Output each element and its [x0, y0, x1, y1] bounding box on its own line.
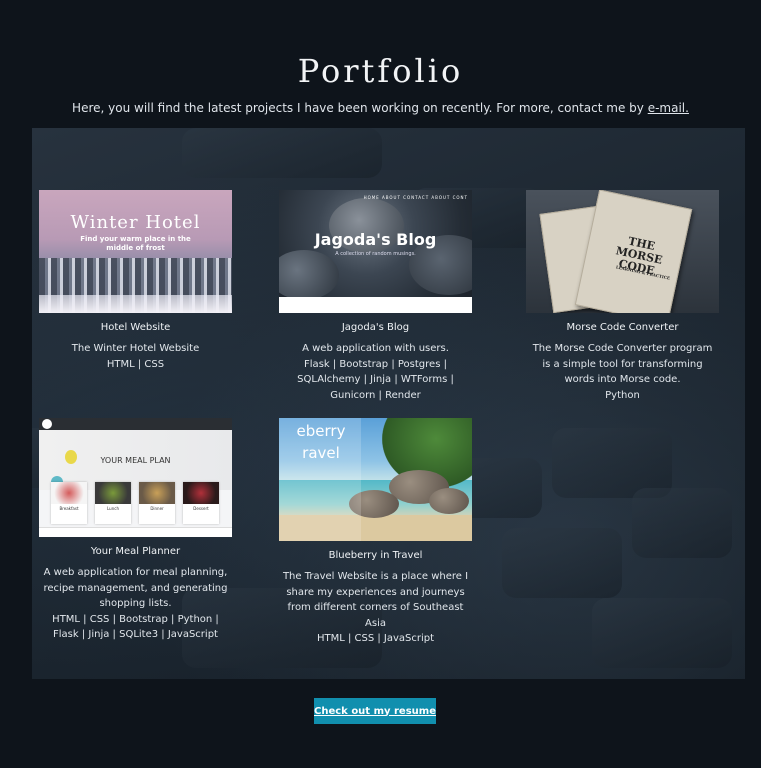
background-key [592, 598, 732, 668]
dish-label: Lunch [107, 506, 119, 511]
project-thumbnail[interactable]: Winter Hotel Find your warm place in the… [39, 190, 232, 313]
project-tech: HTML | CSS | Bootstrap | Python | Flask … [52, 613, 219, 641]
project-card-morse[interactable]: THE MORSE CODE LEARNING & PRACTICE Morse… [526, 190, 719, 403]
project-title: Morse Code Converter [566, 322, 679, 333]
project-card-travel[interactable]: eberry ravel Blueberry in Travel The Tra… [279, 418, 472, 647]
background-key [502, 528, 622, 598]
dish-image [95, 482, 131, 504]
page-subtitle: Here, you will find the latest projects … [0, 101, 761, 115]
dish-label: Breakfast [59, 506, 79, 511]
thumb-navbar [39, 418, 232, 430]
project-thumbnail[interactable]: eberry ravel [279, 418, 472, 541]
dish-card: Breakfast [51, 482, 87, 524]
rock-image [429, 488, 469, 514]
page-title: Portfolio [297, 52, 464, 90]
dish-image [139, 482, 175, 504]
project-card-hotel[interactable]: Winter Hotel Find your warm place in the… [39, 190, 232, 372]
project-thumbnail[interactable]: HOME ABOUT CONTACT ABOUT CONT Jagoda's B… [279, 190, 472, 313]
background-key [632, 488, 732, 558]
thumb-title: YOUR MEAL PLAN [100, 456, 171, 465]
subtitle-text: Here, you will find the latest projects … [72, 101, 648, 115]
thumb-nav: HOME ABOUT CONTACT ABOUT CONT [363, 195, 468, 200]
project-description: A web application with users. [302, 343, 449, 354]
project-title: Jagoda's Blog [341, 322, 410, 333]
thumb-title: Winter Hotel [70, 212, 201, 233]
project-title: Your Meal Planner [90, 546, 181, 557]
thumb-white-bar [279, 297, 472, 313]
project-thumbnail[interactable]: THE MORSE CODE LEARNING & PRACTICE [526, 190, 719, 313]
project-card-blog[interactable]: HOME ABOUT CONTACT ABOUT CONT Jagoda's B… [279, 190, 472, 403]
dish-image [51, 482, 87, 504]
dish-label: Dinner [150, 506, 164, 511]
project-card-meal[interactable]: YOUR MEAL PLAN Breakfast Lunch Dinner De… [39, 418, 232, 643]
project-tech: HTML | CSS | JavaScript [316, 633, 435, 644]
project-tech: Python [605, 389, 640, 401]
dish-card: Dessert [183, 482, 219, 524]
project-title: Hotel Website [100, 322, 171, 333]
dish-image [183, 482, 219, 504]
thumb-subtitle: A collection of random musings. [335, 251, 416, 257]
dish-card: Lunch [95, 482, 131, 524]
thumb-title: Jagoda's Blog [314, 230, 437, 249]
thumb-footer [39, 527, 232, 537]
resume-button[interactable]: Check out my resume [314, 698, 436, 724]
project-title: Blueberry in Travel [328, 550, 423, 561]
project-thumbnail[interactable]: YOUR MEAL PLAN Breakfast Lunch Dinner De… [39, 418, 232, 537]
email-link[interactable]: e-mail. [648, 101, 689, 115]
project-description: The Morse Code Converter program is a si… [532, 343, 713, 385]
snow-image [39, 295, 232, 313]
dish-card: Dinner [139, 482, 175, 524]
thumb-title: eberry ravel [296, 422, 346, 462]
dish-label: Dessert [193, 506, 209, 511]
stone-image [279, 250, 339, 300]
project-description: The Winter Hotel Website [71, 343, 200, 354]
thumb-subtitle: Find your warm place in the middle of fr… [80, 235, 191, 252]
project-description: A web application for meal planning, rec… [43, 567, 228, 609]
project-tech: HTML | CSS [106, 358, 165, 370]
project-tech: Flask | Bootstrap | Postgres | SQLAlchem… [297, 358, 454, 401]
background-key [182, 128, 382, 178]
project-description: The Travel Website is a place where I sh… [282, 571, 469, 629]
logo-icon [42, 419, 52, 429]
